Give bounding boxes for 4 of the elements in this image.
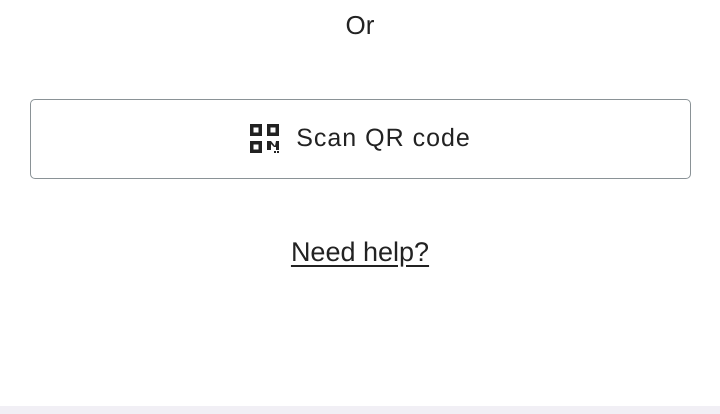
help-link[interactable]: Need help?	[290, 232, 430, 272]
qr-code-icon	[250, 124, 280, 154]
scan-qr-button[interactable]: Scan QR code	[30, 99, 691, 179]
divider-text: Or	[346, 9, 374, 42]
